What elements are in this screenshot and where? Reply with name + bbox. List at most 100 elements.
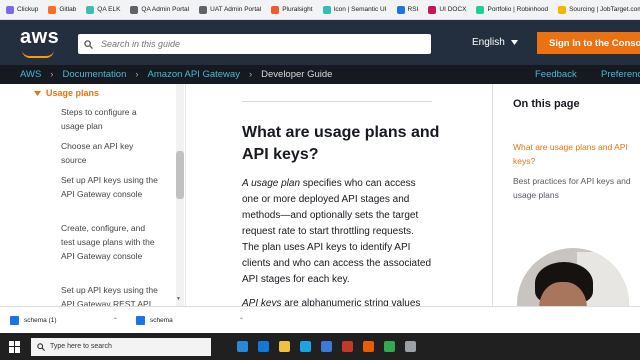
download-filename: schema (1) [24, 317, 57, 324]
intro-paragraph-text: specifies who can access one or more dep… [242, 178, 431, 285]
aws-logo-smile [22, 50, 54, 58]
page-title: What are usage plans and API keys? [242, 124, 440, 163]
bookmark-item[interactable]: UI DOCX [428, 5, 467, 14]
caret-down-icon [34, 90, 41, 96]
bookmark-label: Gitlab [59, 6, 77, 13]
bookmark-favicon-icon [396, 5, 405, 14]
sign-in-button[interactable]: Sign In to the Console [537, 32, 640, 54]
chevron-up-icon[interactable]: ⌃ [113, 317, 118, 324]
windows-taskbar: Type here to search [0, 333, 640, 360]
sidebar-item-setup-keys-console[interactable]: Set up API keys using the API Gateway co… [61, 173, 161, 201]
taskbar-app-icon[interactable] [342, 341, 353, 352]
language-label: English [472, 37, 505, 48]
bookmark-favicon-icon [322, 5, 331, 14]
bookmark-favicon-icon [199, 5, 208, 14]
bookmark-label: Clickup [17, 6, 39, 13]
bookmark-item[interactable]: QA ELK [86, 5, 121, 14]
api-keys-paragraph-text: are alphanumeric string values [281, 298, 421, 306]
sidebar-item-steps-configure[interactable]: Steps to configure a usage plan [61, 105, 161, 133]
aws-header: aws English Sign In to the Console [0, 20, 640, 65]
bookmark-favicon-icon [6, 5, 14, 14]
download-item[interactable]: schema (1) ⌃ [0, 316, 126, 325]
chevron-right-icon: › [50, 69, 54, 80]
chevron-right-icon: › [135, 69, 139, 80]
taskbar-app-icon[interactable] [363, 341, 374, 352]
bookmark-label: Portfolio | Robinhood [487, 6, 549, 13]
feedback-link[interactable]: Feedback [535, 69, 577, 80]
taskbar-search[interactable]: Type here to search [31, 337, 211, 356]
bookmark-favicon-icon [428, 5, 437, 14]
bookmark-item[interactable]: Sourcing | JobTarget.com [558, 5, 640, 14]
aws-logo[interactable]: aws [20, 26, 59, 49]
bookmark-item[interactable]: Portfolio | Robinhood [476, 5, 549, 14]
bookmark-label: Pluralsight [282, 6, 313, 13]
taskbar-app-icon[interactable] [258, 341, 269, 352]
file-icon [10, 316, 19, 325]
bookmark-label: UI DOCX [439, 6, 467, 13]
bookmark-favicon-icon [476, 5, 485, 14]
bookmark-favicon-icon [48, 5, 57, 14]
bookmark-item[interactable]: Gitlab [48, 5, 77, 14]
bookmark-favicon-icon [86, 5, 95, 14]
breadcrumb-aws[interactable]: AWS [20, 69, 41, 80]
bookmark-item[interactable]: Clickup [6, 5, 39, 14]
bookmark-item[interactable]: QA Admin Portal [130, 5, 190, 14]
api-keys-paragraph: API keys are alphanumeric string values [242, 296, 432, 306]
search-input[interactable] [99, 38, 403, 50]
search-box[interactable] [78, 34, 431, 54]
chevron-right-icon: › [248, 69, 253, 80]
language-selector[interactable]: English [472, 37, 518, 48]
bookmark-item[interactable]: Icon | Semantic UI [322, 5, 387, 14]
taskbar-app-icon[interactable] [384, 341, 395, 352]
bookmark-favicon-icon [271, 5, 280, 14]
bookmark-label: RSI [407, 6, 419, 13]
download-filename: schema [150, 317, 173, 324]
breadcrumb: AWS › Documentation › Amazon API Gateway… [0, 65, 640, 84]
taskbar-app-icon[interactable] [405, 341, 416, 352]
bookmarks-bar: Clickup Gitlab QA ELK QA Admin Portal UAT Ad… [0, 0, 640, 20]
sidebar-section-usage-plans[interactable]: Usage plans [34, 88, 99, 98]
toc-item-active[interactable]: What are usage plans and API keys? [513, 140, 640, 168]
search-icon [84, 39, 93, 49]
usage-plan-term: A usage plan [242, 178, 301, 189]
taskbar-app-icon[interactable] [300, 341, 311, 352]
breadcrumb-documentation[interactable]: Documentation [62, 69, 126, 80]
sidebar-nav: Usage plans Steps to configure a usage p… [0, 84, 186, 306]
bookmark-favicon-icon [130, 5, 139, 14]
divider [242, 101, 432, 102]
downloads-bar: schema (1) ⌃ schema ⌃ [0, 306, 640, 334]
bookmark-label: Icon | Semantic UI [333, 6, 387, 13]
breadcrumb-current: Developer Guide [261, 69, 333, 80]
sidebar-section-label: Usage plans [46, 88, 100, 98]
sidebar-item-create-usage-plans[interactable]: Create, configure, and test usage plans … [61, 221, 161, 263]
sidebar-item-api-key-source[interactable]: Choose an API key source [61, 139, 161, 167]
scroll-down-arrow-icon[interactable]: ▼ [176, 296, 181, 302]
file-icon [136, 316, 145, 325]
taskbar-app-icon[interactable] [321, 341, 332, 352]
search-icon [37, 342, 45, 351]
bookmark-item[interactable]: Pluralsight [271, 5, 313, 14]
breadcrumb-api-gateway[interactable]: Amazon API Gateway [148, 69, 240, 80]
taskbar-apps [227, 341, 416, 352]
bookmark-label: QA ELK [97, 6, 121, 13]
taskbar-search-placeholder: Type here to search [50, 343, 112, 350]
intro-paragraph: A usage plan specifies who can access on… [242, 176, 432, 288]
chevron-up-icon[interactable]: ⌃ [239, 317, 244, 324]
bookmark-label: QA Admin Portal [141, 6, 190, 13]
bookmark-favicon-icon [558, 5, 567, 14]
sidebar-item-setup-keys-rest[interactable]: Set up API keys using the API Gateway RE… [61, 283, 161, 306]
taskbar-app-icon[interactable] [237, 341, 248, 352]
api-keys-term: API keys [242, 298, 282, 306]
main-content: What are usage plans and API keys? A usa… [186, 84, 490, 306]
windows-start-icon[interactable] [9, 340, 21, 353]
sidebar-scrollbar-thumb[interactable] [176, 151, 184, 199]
caret-down-icon [510, 40, 518, 45]
on-this-page-title: On this page [513, 98, 580, 110]
taskbar-app-icon[interactable] [279, 341, 290, 352]
download-item[interactable]: schema ⌃ [126, 316, 252, 325]
bookmark-item[interactable]: RSI [396, 5, 419, 14]
preferences-link[interactable]: Preferences [601, 69, 640, 80]
toc-item-best-practices[interactable]: Best practices for API keys and usage pl… [513, 174, 640, 202]
bookmark-label: UAT Admin Portal [210, 6, 262, 13]
bookmark-item[interactable]: UAT Admin Portal [199, 5, 262, 14]
